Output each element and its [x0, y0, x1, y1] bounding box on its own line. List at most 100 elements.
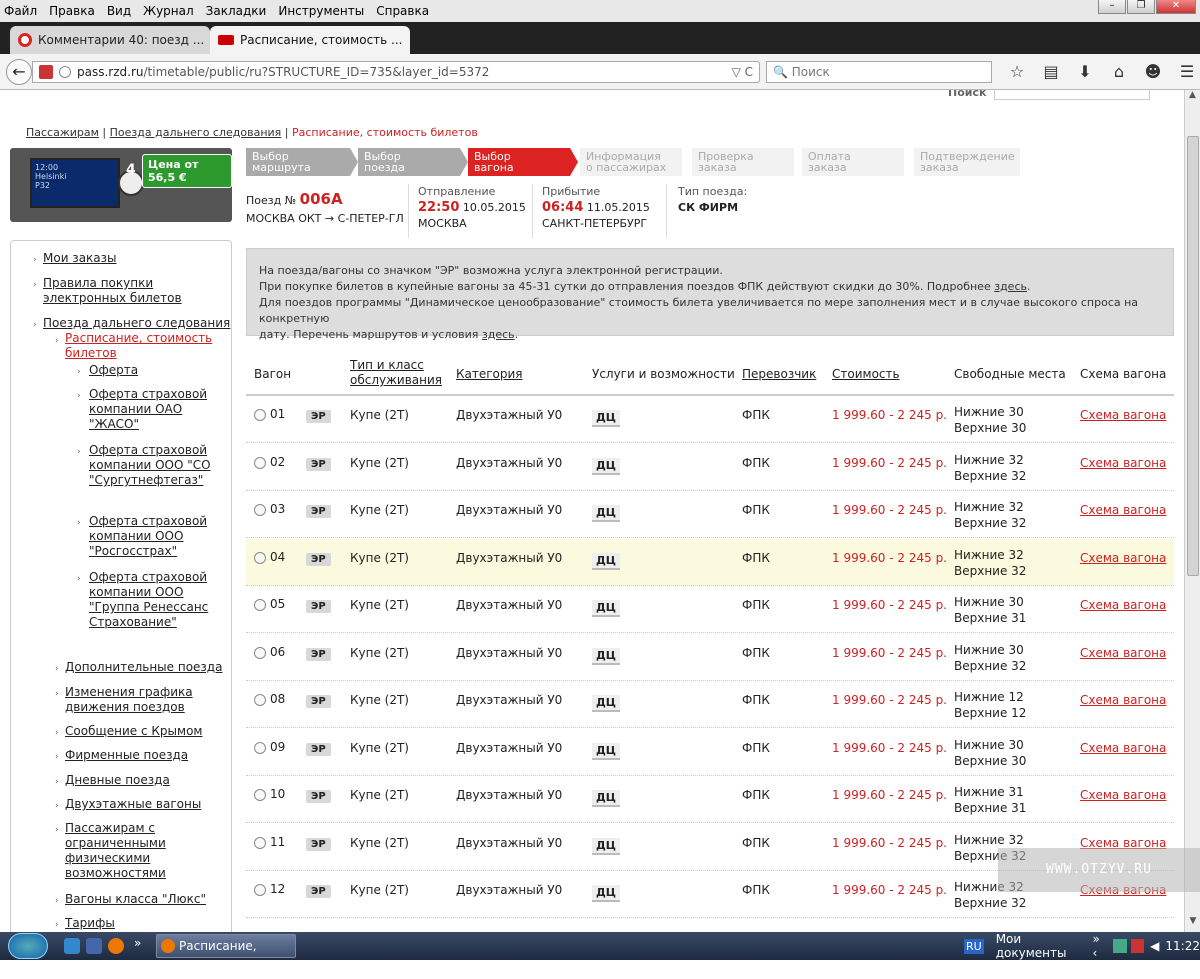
radio-button[interactable]: [254, 646, 266, 659]
wagon-scheme-link[interactable]: Схема вагона: [1080, 551, 1166, 565]
routes-link[interactable]: здесь: [482, 328, 515, 341]
radio-button[interactable]: [254, 741, 266, 754]
sidebar-item-schedule[interactable]: Расписание, стоимость билетов: [65, 331, 215, 361]
taskbar-task-firefox[interactable]: Расписание, стоим...: [156, 934, 296, 975]
wagon-select[interactable]: 06: [254, 645, 285, 659]
close-window-button[interactable]: ✕: [1156, 0, 1196, 14]
wagon-select[interactable]: 03: [254, 502, 285, 516]
sidebar-item-schedule-changes[interactable]: Изменения графика движения поездов: [65, 685, 205, 715]
menu-help[interactable]: Справка: [370, 0, 435, 22]
wagon-scheme-link[interactable]: Схема вагона: [1080, 503, 1166, 517]
menu-history[interactable]: Журнал: [137, 0, 200, 22]
reading-list-icon[interactable]: ▤: [1034, 62, 1068, 81]
wagon-scheme-link[interactable]: Схема вагона: [1080, 741, 1166, 755]
page-scrollbar[interactable]: ▲ ▼: [1184, 90, 1200, 932]
col-type[interactable]: Тип и класс обслуживания: [350, 358, 442, 388]
wagon-scheme-link[interactable]: Схема вагона: [1080, 788, 1166, 802]
explorer-icon[interactable]: [86, 938, 102, 954]
table-row[interactable]: 04 ЭР Купе (2Т) Двухэтажный У0 ДЦ ФПК 1 999.60…: [246, 539, 1174, 586]
details-link[interactable]: здесь: [994, 280, 1027, 293]
wagon-scheme-link[interactable]: Схема вагона: [1080, 693, 1166, 707]
back-button[interactable]: ←: [6, 59, 32, 85]
radio-button[interactable]: [254, 788, 266, 801]
sidebar-item-offer[interactable]: Оферта: [89, 363, 219, 378]
hamburger-menu-icon[interactable]: ☰: [1170, 62, 1200, 81]
menu-bookmarks[interactable]: Закладки: [200, 0, 273, 22]
sidebar-item-long-distance[interactable]: Поезда дальнего следования: [43, 316, 233, 331]
site-identity-icon[interactable]: [39, 65, 53, 79]
volume-icon[interactable]: ◀: [1150, 939, 1159, 953]
language-indicator[interactable]: RU: [964, 938, 984, 954]
sidebar-item-my-orders[interactable]: Мои заказы: [43, 251, 223, 266]
wagon-scheme-link[interactable]: Схема вагона: [1080, 598, 1166, 612]
sidebar-item-offer-renaissance[interactable]: Оферта страховой компании ООО "Группа Ре…: [89, 570, 219, 630]
sidebar-item-lux[interactable]: Вагоны класса "Люкс": [65, 892, 225, 907]
wagon-select[interactable]: 11: [254, 835, 285, 849]
scroll-up-icon[interactable]: ▲: [1185, 90, 1200, 106]
radio-button[interactable]: [254, 503, 266, 516]
scroll-down-icon[interactable]: ▼: [1185, 916, 1200, 932]
radio-button[interactable]: [254, 598, 266, 611]
tab-comments[interactable]: Комментарии 40: поезд ... ×: [10, 26, 210, 54]
my-documents-link[interactable]: Мои документы: [996, 932, 1087, 960]
maximize-button[interactable]: ❐: [1127, 0, 1155, 14]
sidebar-item-brand-trains[interactable]: Фирменные поезда: [65, 748, 225, 763]
wagon-select[interactable]: 04: [254, 550, 285, 564]
col-carrier[interactable]: Перевозчик: [742, 367, 816, 381]
breadcrumb-long-distance[interactable]: Поезда дальнего следования: [110, 126, 282, 139]
table-row[interactable]: 02 ЭР Купе (2Т) Двухэтажный У0 ДЦ ФПК 1 999.60…: [246, 444, 1174, 491]
wagon-select[interactable]: 08: [254, 692, 285, 706]
wagon-select[interactable]: 01: [254, 407, 285, 421]
sidebar-item-offer-rgs[interactable]: Оферта страховой компании ООО "Росгосстр…: [89, 514, 219, 559]
table-row[interactable]: 01 ЭР Купе (2Т) Двухэтажный У0 ДЦ ФПК 1 999.60…: [246, 396, 1174, 443]
close-tab-icon[interactable]: ×: [402, 33, 410, 47]
wagon-select[interactable]: 05: [254, 597, 285, 611]
wagon-select[interactable]: 12: [254, 882, 285, 896]
sidebar-item-double-deck[interactable]: Двухэтажные вагоны: [65, 797, 225, 812]
table-row[interactable]: 10 ЭР Купе (2Т) Двухэтажный У0 ДЦ ФПК 1 999.60…: [246, 776, 1174, 823]
table-row[interactable]: 09 ЭР Купе (2Т) Двухэтажный У0 ДЦ ФПК 1 999.60…: [246, 729, 1174, 776]
sidebar-item-extra-trains[interactable]: Дополнительные поезда: [65, 660, 225, 675]
scrollbar-thumb[interactable]: [1187, 136, 1199, 576]
menu-file[interactable]: Файл: [0, 0, 43, 22]
bookmark-star-icon[interactable]: ☆: [1000, 62, 1034, 81]
sidebar-item-accessibility[interactable]: Пассажирам с ограниченными физическими в…: [65, 821, 185, 881]
reload-icon[interactable]: ▽ C: [732, 65, 759, 79]
sidebar-item-tariffs[interactable]: Тарифы: [65, 916, 225, 931]
promo-banner[interactable]: 12:00 Helsinki P32 4 Цена от 56,5 €: [10, 148, 232, 222]
chevron-icon[interactable]: » ‹: [1092, 932, 1106, 960]
wagon-select[interactable]: 09: [254, 740, 285, 754]
radio-button[interactable]: [254, 693, 266, 706]
menu-edit[interactable]: Правка: [43, 0, 101, 22]
wagon-select[interactable]: 10: [254, 787, 285, 801]
radio-button[interactable]: [254, 551, 266, 564]
download-icon[interactable]: ⬇: [1068, 62, 1102, 81]
address-bar[interactable]: pass.rzd.ru/timetable/public/ru?STRUCTUR…: [32, 61, 760, 83]
alert-icon[interactable]: [1131, 939, 1145, 953]
radio-button[interactable]: [254, 456, 266, 469]
radio-button[interactable]: [254, 408, 266, 421]
site-search-input[interactable]: [994, 90, 1150, 100]
browser-search-input[interactable]: 🔍 Поиск: [766, 61, 992, 83]
table-row[interactable]: 06 ЭР Купе (2Т) Двухэтажный У0 ДЦ ФПК 1 999.60…: [246, 634, 1174, 681]
home-icon[interactable]: ⌂: [1102, 62, 1136, 81]
table-row[interactable]: 05 ЭР Купе (2Т) Двухэтажный У0 ДЦ ФПК 1 999.60…: [246, 586, 1174, 633]
firefox-icon[interactable]: [108, 938, 124, 954]
col-category[interactable]: Категория: [456, 367, 523, 381]
table-row[interactable]: 03 ЭР Купе (2Т) Двухэтажный У0 ДЦ ФПК 1 999.60…: [246, 491, 1174, 538]
breadcrumb-passengers[interactable]: Пассажирам: [26, 126, 99, 139]
start-button[interactable]: [8, 933, 48, 959]
tab-schedule[interactable]: Расписание, стоимость ... ×: [210, 26, 410, 54]
wagon-scheme-link[interactable]: Схема вагона: [1080, 646, 1166, 660]
network-icon[interactable]: [1112, 939, 1128, 953]
step-train[interactable]: Выбор поезда: [358, 148, 460, 176]
menu-tools[interactable]: Инструменты: [272, 0, 370, 22]
radio-button[interactable]: [254, 836, 266, 849]
sidebar-item-day-trains[interactable]: Дневные поезда: [65, 773, 225, 788]
menu-view[interactable]: Вид: [101, 0, 137, 22]
step-route[interactable]: Выбор маршрута: [246, 148, 350, 176]
wagon-scheme-link[interactable]: Схема вагона: [1080, 408, 1166, 422]
sidebar-item-offer-zhaso[interactable]: Оферта страховой компании ОАО "ЖАСО": [89, 387, 219, 432]
sidebar-item-offer-surgut[interactable]: Оферта страховой компании ООО "СО "Сургу…: [89, 443, 219, 488]
sidebar-item-crimea[interactable]: Сообщение с Крымом: [65, 724, 225, 739]
